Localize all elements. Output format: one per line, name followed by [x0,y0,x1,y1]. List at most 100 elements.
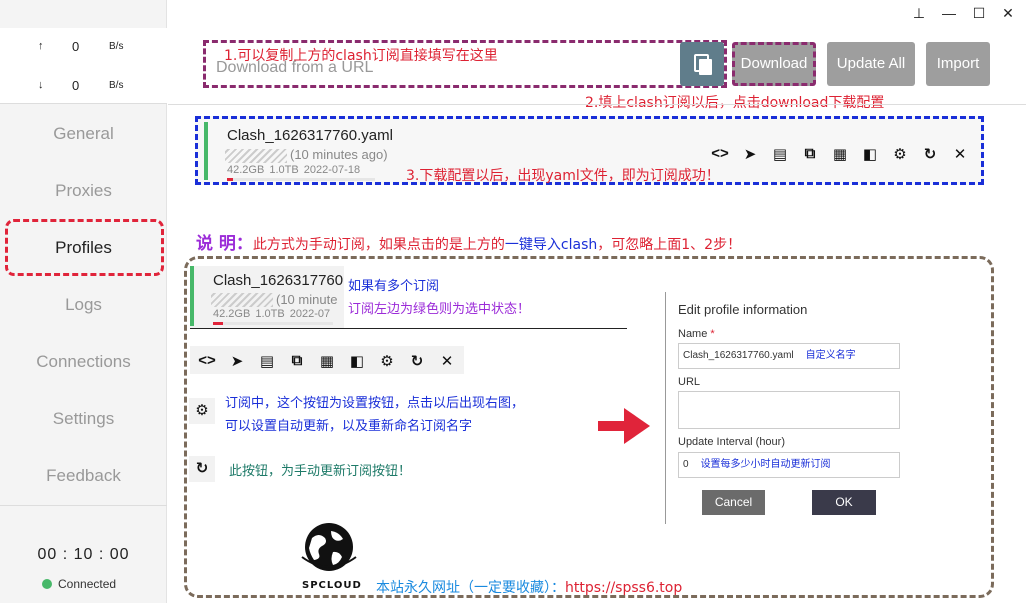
mini-refresh-icon: ↻ [410,353,424,370]
traffic-speed: ↑ 0 B/s ↓ 0 B/s [0,28,167,104]
minimize-icon[interactable]: — [941,5,957,21]
download-unit: B/s [109,80,124,91]
nav-feedback[interactable]: Feedback [0,456,167,496]
qrcode-icon[interactable]: ▦ [825,145,855,163]
explanation-label: 说 明： [196,234,253,254]
mini-profile-expire: 2022-07 [289,308,331,320]
mini-profile-name: Clash_1626317760 [213,272,344,289]
required-mark: * [710,328,715,340]
status-area: 00 : 10 : 00 Connected [0,505,167,603]
mini-send-icon: ➤ [230,353,244,370]
example-refresh-icon: ↻ [189,456,215,482]
selected-indicator [204,122,208,180]
annotation-multi-2: 订阅左边为绿色则为选中状态！ [348,302,531,317]
sidebar: ↑ 0 B/s ↓ 0 B/s General Proxies Profiles… [0,0,167,603]
example-gear-icon: ⚙ [189,398,215,424]
connection-label: Connected [58,577,117,591]
interval-value: 0 [683,459,689,470]
footer-url[interactable]: https://spss6.top [565,580,682,596]
annotation-gear-2: 可以设置自动更新，以及重新命名订阅名字 [225,419,473,434]
upload-value: 0 [72,39,80,54]
mini-split-icon: ◧ [349,353,365,370]
import-button[interactable]: Import [926,42,990,86]
annotation-gear-1: 订阅中，这个按钮为设置按钮，点击以后出现右图， [225,396,525,411]
header-divider [168,104,1026,105]
profiles-highlight [5,219,164,276]
download-value: 0 [72,78,80,93]
nav-connections[interactable]: Connections [0,342,167,382]
explanation-text-b: 一键导入clash [504,237,598,253]
interval-field[interactable]: 0 设置每多少小时自动更新订阅 [678,452,900,478]
ok-button[interactable]: OK [812,490,876,515]
pin-icon[interactable]: ⊥ [911,5,927,22]
upload-unit: B/s [109,41,124,52]
nav-proxies[interactable]: Proxies [0,171,167,211]
profile-expire: 2022-07-18 [303,164,361,176]
profile-used: 42.2GB [227,164,265,176]
mini-profile-total: 1.0TB [255,308,285,320]
name-hint: 自定义名字 [805,350,856,361]
maximize-icon[interactable]: ☐ [971,5,987,22]
edit-profile-dialog: Edit profile information Name * Clash_16… [665,292,910,524]
delete-icon[interactable]: ✕ [945,145,975,163]
profile-meta: 42.2GB 1.0TB 2022-07-18 [227,164,360,176]
right-arrow-icon [598,408,650,444]
profile-card[interactable]: Clash_1626317760.yaml (10 minutes ago) 4… [195,116,984,185]
upload-arrow-icon: ↑ [38,40,44,52]
close-icon[interactable]: ✕ [1000,5,1016,22]
mini-redacted-mark [211,293,273,307]
mini-selected-indicator [190,266,194,326]
uptime-clock: 00 : 10 : 00 [37,546,130,563]
gear-icon[interactable]: ⚙ [885,145,915,163]
explanation: 说 明：此方式为手动订阅，如果点击的是上方的一键导入clash，可忽略上面1、2… [196,229,741,254]
annotation-refresh: 此按钮，为手动更新订阅按钮！ [229,464,412,479]
send-icon[interactable]: ➤ [735,145,765,163]
download-speed: ↓ 0 B/s [0,77,167,97]
code-icon[interactable]: <> [705,145,735,163]
download-button[interactable]: Download [732,42,816,86]
upload-speed: ↑ 0 B/s [0,38,167,58]
mini-gear-icon: ⚙ [380,353,394,370]
usage-bar [227,178,375,181]
mini-profile-used: 42.2GB [213,308,251,320]
name-label-text: Name [678,328,708,340]
nav-logs[interactable]: Logs [0,285,167,325]
refresh-icon[interactable]: ↻ [915,145,945,163]
url-field[interactable] [678,391,900,429]
usage-fill [227,178,233,181]
profile-name: Clash_1626317760.yaml [227,127,393,144]
explanation-text-a: 此方式为手动订阅，如果点击的是上方的 [252,237,505,253]
url-label: URL [678,376,701,388]
explanation-text-c: ，可忽略上面1、2步！ [597,237,742,253]
status-dot-icon [42,579,52,589]
annotation-step3: 3.下载配置以后，出现yaml文件，即为订阅成功！ [406,168,720,184]
paste-button[interactable] [680,42,724,86]
dialog-title: Edit profile information [678,302,808,317]
name-label: Name * [678,328,715,340]
profile-updated: (10 minutes ago) [290,147,388,162]
name-value: Clash_1626317760.yaml [683,350,794,361]
mini-delete-icon: ✕ [440,353,454,370]
profile-actions: <> ➤ ▤ ⧉ ▦ ◧ ⚙ ↻ ✕ [705,145,975,163]
copy-icon [694,54,712,75]
cancel-button[interactable]: Cancel [702,490,765,515]
mini-copy-icon: ⧉ [291,352,303,369]
interval-hint: 设置每多少小时自动更新订阅 [700,459,831,470]
nav-general[interactable]: General [0,114,167,154]
copy-icon[interactable]: ⧉ [795,145,825,163]
mini-qrcode-icon: ▦ [319,353,335,370]
url-input[interactable]: 1.可以复制上方的clash订阅直接填写在这里 Download from a … [203,40,727,88]
mini-usage-bar [213,322,333,325]
list-icon[interactable]: ▤ [765,145,795,163]
footer-text: 本站永久网址（一定要收藏）： [376,580,565,596]
connection-status: Connected [42,577,116,591]
split-icon[interactable]: ◧ [855,145,885,163]
footer-note: 本站永久网址（一定要收藏）：https://spss6.top [376,577,682,597]
mini-divider [190,328,627,329]
annotation-multi-1: 如果有多个订阅 [348,279,440,294]
update-all-button[interactable]: Update All [827,42,915,86]
mini-profile-actions: <> ➤ ▤ ⧉ ▦ ◧ ⚙ ↻ ✕ [190,346,464,374]
annotation-step2: 2.填上clash订阅以后，点击download下载配置 [585,95,885,111]
name-field[interactable]: Clash_1626317760.yaml 自定义名字 [678,343,900,369]
nav-settings[interactable]: Settings [0,399,167,439]
